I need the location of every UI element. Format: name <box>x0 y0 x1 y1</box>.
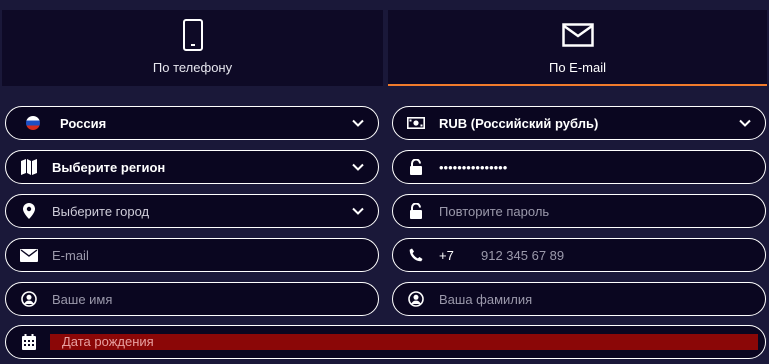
phone-country-code: +7 <box>439 247 454 263</box>
currency-select[interactable]: RUB (Российский рубль) <box>392 106 766 140</box>
chevron-down-icon <box>352 163 364 171</box>
user-icon <box>18 288 40 310</box>
password-repeat-field[interactable]: Повторите пароль <box>392 194 766 228</box>
tab-by-email[interactable]: По E-mail <box>388 10 767 86</box>
location-pin-icon <box>18 200 40 222</box>
region-placeholder: Выберите регион <box>52 159 166 175</box>
tab-by-email-label: По E-mail <box>548 60 607 75</box>
first-name-placeholder: Ваше имя <box>52 291 113 307</box>
envelope-icon <box>561 18 594 52</box>
city-placeholder: Выберите город <box>52 203 150 219</box>
birth-date-input[interactable]: Дата рождения <box>50 334 758 350</box>
country-select[interactable]: Россия <box>5 106 379 140</box>
password-value: ••••••••••••••• <box>439 159 508 175</box>
lock-icon <box>405 200 427 222</box>
banknote-icon <box>405 112 427 134</box>
email-placeholder: E-mail <box>52 247 89 263</box>
registration-tabs: По телефону По E-mail <box>0 0 769 90</box>
birth-date-field[interactable]: Дата рождения <box>5 325 766 359</box>
russia-flag-icon <box>22 112 44 134</box>
chevron-down-icon <box>352 119 364 127</box>
tab-by-phone-label: По телефону <box>152 60 233 75</box>
lock-icon <box>405 156 427 178</box>
country-value: Россия <box>60 115 107 131</box>
region-select[interactable]: Выберите регион <box>5 150 379 184</box>
phone-handset-icon <box>405 244 427 266</box>
password-field[interactable]: ••••••••••••••• <box>392 150 766 184</box>
chevron-down-icon <box>352 207 364 215</box>
first-name-field[interactable]: Ваше имя <box>5 282 379 316</box>
phone-placeholder: 912 345 67 89 <box>481 247 565 263</box>
city-select[interactable]: Выберите город <box>5 194 379 228</box>
smartphone-icon <box>182 18 204 52</box>
user-icon <box>405 288 427 310</box>
tab-by-phone[interactable]: По телефону <box>2 10 383 86</box>
password-repeat-placeholder: Повторите пароль <box>439 203 550 219</box>
chevron-down-icon <box>739 119 751 127</box>
email-field[interactable]: E-mail <box>5 238 379 272</box>
currency-value: RUB (Российский рубль) <box>439 115 599 131</box>
envelope-icon <box>18 244 40 266</box>
calendar-icon <box>18 331 40 353</box>
map-icon <box>18 156 40 178</box>
phone-field[interactable]: +7 912 345 67 89 <box>392 238 766 272</box>
last-name-placeholder: Ваша фамилия <box>439 291 533 307</box>
last-name-field[interactable]: Ваша фамилия <box>392 282 766 316</box>
